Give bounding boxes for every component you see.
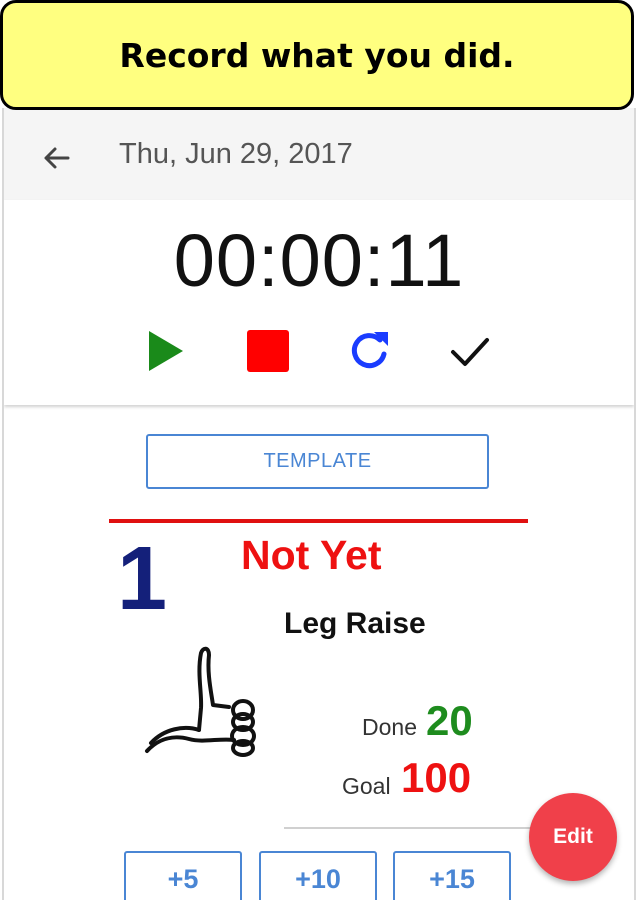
top-app-bar: Thu, Jun 29, 2017	[4, 108, 634, 200]
timer-display: 00:00:11	[173, 219, 465, 302]
timer-panel: 00:00:11	[4, 200, 634, 405]
done-value: 20	[426, 697, 473, 744]
refresh-icon[interactable]	[346, 328, 392, 374]
edit-fab-button[interactable]: Edit	[529, 793, 617, 881]
banner-text: Record what you did.	[119, 35, 515, 75]
add-15-button[interactable]: +15	[393, 851, 511, 900]
play-icon[interactable]	[142, 328, 188, 374]
check-icon[interactable]	[447, 328, 493, 374]
status-label: Not Yet	[241, 532, 382, 578]
set-number: 1	[117, 529, 168, 629]
add-5-button[interactable]: +5	[124, 851, 242, 900]
exercise-name: Leg Raise	[284, 607, 426, 640]
template-button[interactable]: TEMPLATE	[146, 434, 489, 489]
goal-label: Goal	[342, 773, 391, 799]
instruction-banner: Record what you did.	[0, 0, 634, 110]
arrow-left-icon[interactable]	[40, 142, 72, 174]
divider	[284, 827, 534, 829]
status-divider	[109, 519, 528, 523]
goal-value: 100	[401, 754, 472, 801]
stop-icon[interactable]	[245, 328, 291, 374]
app-screen: Thu, Jun 29, 2017 00:00:11 TEMPLATE 1 No…	[2, 108, 636, 900]
add-10-button[interactable]: +10	[259, 851, 377, 900]
date-title: Thu, Jun 29, 2017	[119, 138, 353, 170]
done-label: Done	[362, 714, 417, 740]
leg-raise-illustration	[145, 646, 256, 757]
